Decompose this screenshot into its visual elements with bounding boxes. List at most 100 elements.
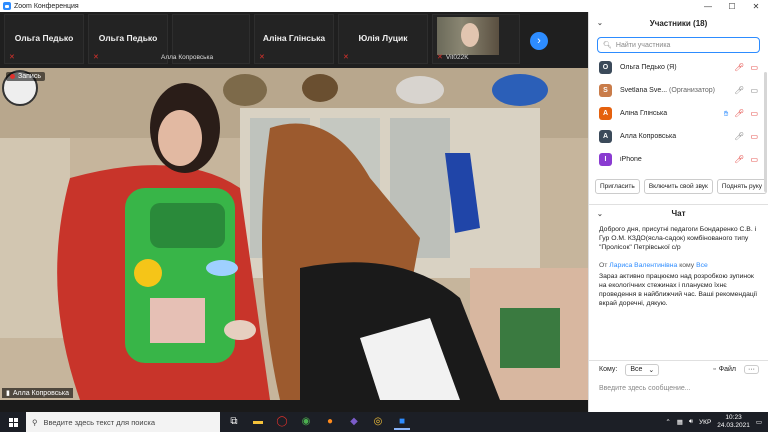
maximize-button[interactable]: ☐ — [720, 0, 744, 12]
video-tile[interactable]: Ольга Педько ✕ — [4, 14, 84, 64]
video-off-icon[interactable]: ▭ — [750, 109, 758, 119]
minimize-button[interactable]: — — [696, 0, 720, 12]
to-label: Кому: — [599, 366, 618, 373]
side-panel: ⌄ Участники (18) 🔍︎ Найти участника О Ол… — [588, 12, 768, 412]
invite-button[interactable]: Пригласить — [595, 179, 640, 194]
video-off-icon[interactable]: ▭ — [750, 155, 758, 164]
collapse-chevron-icon[interactable]: ⌄ — [597, 210, 603, 218]
network-icon[interactable]: ▦ — [677, 418, 683, 426]
sender-name[interactable]: Лариса Валентинівна — [609, 262, 677, 269]
task-view-icon[interactable]: ⧉ — [226, 414, 242, 430]
chat-message: Доброго дня, присутні педагоги Бондаренк… — [599, 226, 757, 251]
avatar: О — [599, 61, 612, 74]
participant-video-thumbnail — [437, 17, 499, 55]
file-icon: ▫ — [713, 366, 716, 373]
taskbar-apps: ⧉ ▬ ◯ ◉ ● ◆ ◎ ■ — [226, 414, 410, 430]
recipient-select[interactable]: Все ⌄ — [625, 363, 660, 376]
mic-muted-icon: ✕ — [259, 54, 265, 61]
video-tile[interactable]: Юлія Луцик ✕ — [338, 14, 428, 64]
mic-muted-icon: ✕ — [93, 54, 99, 61]
avatar: А — [599, 107, 612, 120]
mic-muted-icon[interactable]: 🎤︎ — [734, 63, 744, 72]
participants-title: Участники (18) — [649, 18, 708, 28]
firefox-icon[interactable]: ● — [322, 414, 338, 430]
recipient-value: Все — [630, 366, 643, 373]
notifications-icon[interactable]: ▭ — [756, 418, 762, 426]
opera-icon[interactable]: ◯ — [274, 414, 290, 430]
avatar: I — [599, 153, 612, 166]
close-button[interactable]: ✕ — [744, 0, 768, 12]
participant-name: iPhone — [620, 156, 642, 163]
participant-strip: Ольга Педько ✕ Ольга Педько ✕ Алла Копро… — [0, 12, 588, 66]
tile-name: Аліна Глінська — [262, 33, 326, 43]
collapse-chevron-icon[interactable]: ⌄ — [597, 19, 603, 27]
zoom-taskbar-icon[interactable]: ■ — [394, 414, 410, 430]
windows-logo-icon — [8, 417, 18, 427]
volume-icon[interactable]: 🔊︎ — [689, 418, 693, 426]
participant-name: Svetlana Sve... (Организатор) — [620, 87, 734, 94]
mic-muted-icon[interactable]: 🎤︎ — [734, 109, 744, 119]
clock-date: 24.03.2021 — [717, 422, 750, 429]
from-prefix: От — [599, 262, 608, 270]
to-prefix: кому — [679, 262, 695, 270]
taskbar-clock[interactable]: 10:23 24.03.2021 — [717, 414, 750, 430]
mic-muted-icon[interactable]: 🎤︎ — [734, 155, 744, 164]
participant-name-text: Svetlana Sve... — [620, 87, 668, 94]
taskbar-search-box[interactable]: ⚲ Введите здесь текст для поиска — [26, 412, 220, 432]
participants-header: ⌄ Участники (18) — [589, 12, 768, 34]
avatar: S — [599, 84, 612, 97]
participant-name: Ольга Педько (Я) — [620, 64, 677, 71]
participant-row[interactable]: S Svetlana Sve... (Организатор) 🎤︎ ▭ — [589, 79, 768, 102]
participant-row[interactable]: I iPhone 🎤︎ ▭ — [589, 148, 768, 171]
speaker-name: Алла Копровська — [12, 389, 69, 397]
start-button[interactable] — [0, 412, 26, 432]
window-title: Zoom Конференция — [14, 2, 79, 10]
participant-row[interactable]: А Аліна Глінська ✋︎ 🎤︎ ▭ — [589, 102, 768, 125]
recipient-name[interactable]: Все — [696, 262, 708, 269]
video-tile[interactable]: Алла Копровська — [161, 14, 250, 64]
raise-hand-button[interactable]: Поднять руку — [716, 179, 768, 194]
participant-row[interactable]: А Алла Копровська 🎤︎ ▭ — [589, 125, 768, 148]
language-indicator[interactable]: УКР — [699, 419, 711, 426]
viber-icon[interactable]: ◆ — [346, 414, 362, 430]
chrome-icon[interactable]: ◉ — [298, 414, 314, 430]
participant-scrollbar[interactable] — [764, 72, 767, 192]
zoom-logo-icon — [3, 2, 11, 10]
tile-name: Ольга Педько — [98, 33, 158, 43]
participant-actions: Пригласить Включить свой звук Поднять ру… — [589, 171, 768, 194]
participant-search-input[interactable]: 🔍︎ Найти участника — [597, 37, 760, 53]
search-icon: 🔍︎ — [603, 42, 612, 49]
search-placeholder: Найти участника — [615, 41, 671, 49]
unmute-button[interactable]: Включить свой звук — [643, 179, 713, 194]
host-role-label: (Организатор) — [669, 87, 715, 94]
chat-message-input[interactable]: Введите здесь сообщение... — [589, 378, 768, 398]
participant-row[interactable]: О Ольга Педько (Я) 🎤︎ ▭ — [589, 56, 768, 79]
chevron-up-icon[interactable]: ⌃ — [665, 418, 670, 426]
zoom-window: Zoom Конференция — ☐ ✕ Ольга Педько ✕ Ол… — [0, 0, 768, 432]
recording-label: Запись — [18, 73, 41, 80]
tile-footer-name: Vit022K — [445, 53, 469, 61]
video-off-icon[interactable]: ▭ — [750, 63, 758, 72]
chat-messages: Доброго дня, присутні педагоги Бондаренк… — [589, 222, 768, 313]
tile-footer-name: Алла Копровська — [161, 54, 214, 61]
chat-sender-line: От Лариса Валентинівна кому Все — [599, 262, 758, 271]
file-explorer-icon[interactable]: ▬ — [250, 414, 266, 430]
tile-name: Юлія Луцик — [358, 33, 408, 43]
yandex-browser-icon[interactable]: ◎ — [370, 414, 386, 430]
recording-dot-icon — [10, 74, 15, 79]
video-tile[interactable]: ✕ Vit022K — [432, 14, 520, 64]
taskbar-search-placeholder: Введите здесь текст для поиска — [43, 417, 156, 427]
video-off-icon[interactable]: ▭ — [750, 132, 758, 141]
next-page-button[interactable]: › — [530, 32, 548, 50]
mic-icon[interactable]: 🎤︎ — [734, 132, 744, 141]
video-icon[interactable]: ▭ — [750, 86, 758, 95]
file-label: Файл — [718, 366, 736, 373]
video-tile[interactable]: Ольга Педько ✕ — [88, 14, 168, 64]
windows-taskbar: ⚲ Введите здесь текст для поиска ⧉ ▬ ◯ ◉… — [0, 412, 768, 432]
more-options-button[interactable]: ··· — [744, 365, 759, 374]
chat-header: ⌄ Чат — [589, 204, 768, 222]
clock-time: 10:23 — [725, 414, 742, 422]
file-button[interactable]: ▫ Файл — [713, 366, 736, 373]
mic-icon[interactable]: 🎤︎ — [734, 86, 744, 95]
video-tile[interactable]: Аліна Глінська ✕ — [254, 14, 334, 64]
